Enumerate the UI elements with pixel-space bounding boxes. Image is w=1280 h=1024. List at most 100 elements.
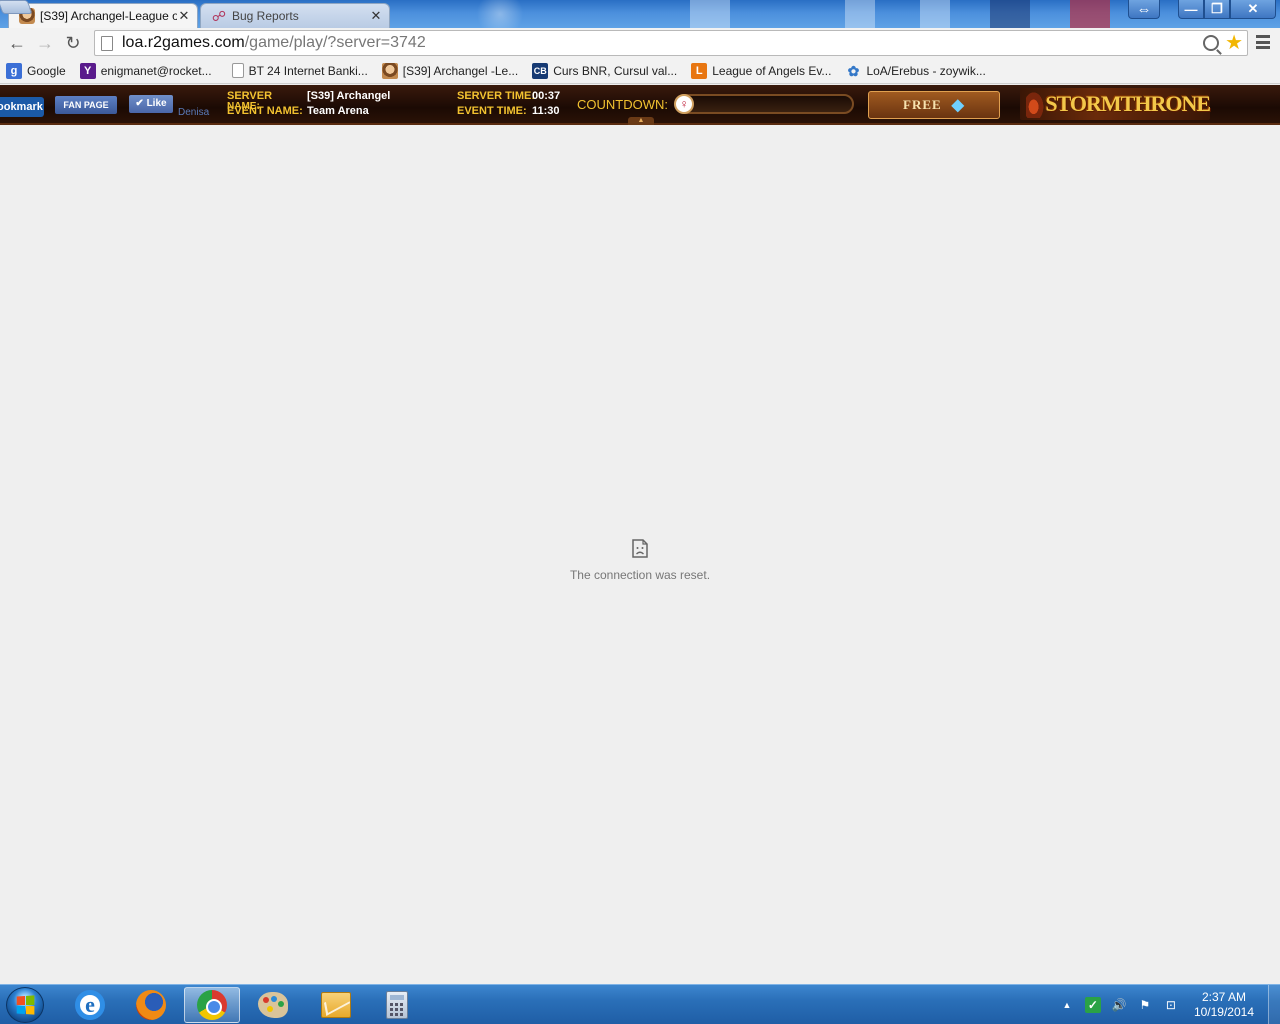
paint-icon: [258, 992, 288, 1018]
desktop-glass-reflection: [470, 0, 530, 28]
resize-icon[interactable]: ⇔: [1128, 0, 1160, 19]
action-center-flag-icon[interactable]: ⚑: [1137, 997, 1153, 1013]
bookmark-label: BT 24 Internet Banki...: [248, 63, 368, 78]
free-label: FREE: [903, 97, 942, 112]
facebook-like-button[interactable]: ✔ Like: [129, 95, 173, 113]
bookmark-site-button[interactable]: ookmark: [0, 97, 44, 117]
erebus-icon: ✿: [847, 62, 860, 79]
tab-bug-reports[interactable]: ☍ Bug Reports ✕: [200, 3, 390, 28]
event-name-label: EVENT NAME:: [227, 105, 303, 117]
firefox-icon: [136, 990, 166, 1020]
bookmark-label: League of Angels Ev...: [712, 63, 832, 78]
page-content: The connection was reset.: [0, 127, 1280, 984]
back-button[interactable]: ←: [3, 30, 31, 56]
bookmark-star-icon[interactable]: ★: [1225, 33, 1243, 53]
maximize-button[interactable]: ❐: [1204, 0, 1230, 19]
back-arrow-icon: ←: [8, 32, 26, 53]
windows-taskbar: e ▲ ✓ 🔊 ⚑ ⊡ 2:37 AM 10/19/2014: [0, 984, 1280, 1024]
desktop-glass-reflection: [1070, 0, 1110, 28]
tab-archangel[interactable]: [S39] Archangel-League o ✕: [8, 3, 198, 28]
page-icon: [231, 63, 244, 78]
loa-icon: L: [691, 62, 708, 79]
chrome-menu-icon[interactable]: [1256, 35, 1270, 49]
collapse-banner-button[interactable]: ▲: [628, 117, 654, 125]
taskbar-calculator[interactable]: [369, 987, 425, 1023]
url-host: loa.r2games.com: [122, 34, 245, 51]
countdown-progress-bar: [676, 94, 854, 114]
forward-arrow-icon: →: [36, 32, 54, 53]
taskbar-firefox[interactable]: [123, 987, 179, 1023]
system-tray: ▲ ✓ 🔊 ⚑ ⊡ 2:37 AM 10/19/2014: [1054, 985, 1280, 1024]
cb-icon: CB: [532, 62, 549, 79]
show-hidden-icons-icon[interactable]: ▲: [1059, 997, 1075, 1013]
bookmark-label: enigmanet@rocket...: [100, 63, 212, 78]
reload-button[interactable]: ↻: [59, 30, 87, 56]
security-check-icon[interactable]: ✓: [1084, 997, 1101, 1013]
minimize-button[interactable]: —: [1178, 0, 1204, 19]
taskbar-paint[interactable]: [245, 987, 301, 1023]
error-message: The connection was reset.: [569, 568, 711, 582]
url-path: /game/play/?server=3742: [244, 34, 426, 51]
bug-favicon-icon: ☍: [211, 8, 227, 24]
yahoo-icon: Y: [79, 62, 96, 79]
bookmark-label: Curs BNR, Cursul val...: [553, 63, 678, 78]
angel-favicon-icon: [381, 62, 398, 79]
taskbar-chrome[interactable]: [184, 987, 240, 1023]
desktop-glass-reflection: [920, 0, 950, 28]
chrome-icon: [197, 990, 227, 1020]
close-window-button[interactable]: ✕: [1230, 0, 1276, 19]
page-icon: [101, 35, 113, 51]
bookmark-yahoo-mail[interactable]: Yenigmanet@rocket...: [79, 62, 212, 79]
show-desktop-button[interactable]: [1268, 985, 1280, 1024]
browser-titlebar: [S39] Archangel-League o ✕ ☍ Bug Reports…: [0, 0, 1280, 28]
start-button[interactable]: [6, 987, 44, 1023]
event-name-value: Team Arena: [307, 105, 369, 117]
bookmark-label: LoA/Erebus - zoywik...: [866, 63, 986, 78]
bookmark-label: Google: [27, 63, 66, 78]
forward-button[interactable]: →: [31, 30, 59, 56]
bookmark-label: [S39] Archangel -Le...: [402, 63, 519, 78]
new-tab-button[interactable]: [0, 0, 33, 14]
bookmark-loa-erebus[interactable]: ✿ LoA/Erebus - zoywik...: [845, 62, 986, 79]
bookmarks-bar: g Google Yenigmanet@rocket... BT 24 Inter…: [0, 58, 1280, 84]
clock-time: 2:37 AM: [1201, 990, 1246, 1004]
volume-icon[interactable]: 🔊: [1111, 997, 1127, 1013]
tab-title: Bug Reports: [232, 9, 299, 23]
diamond-icon: ◆: [951, 97, 965, 114]
address-bar[interactable]: loa.r2games.com/game/play/?server=3742 ★: [94, 30, 1248, 56]
calculator-icon: [386, 991, 408, 1019]
bookmark-league-of-angels[interactable]: L League of Angels Ev...: [691, 62, 832, 79]
desktop-glass-reflection: [845, 0, 875, 28]
angel-badge-icon: ♀: [674, 94, 694, 114]
server-name-value: [S39] Archangel: [307, 90, 391, 102]
server-time-value: 00:37: [532, 90, 561, 102]
browser-toolbar: ← → ↻ loa.r2games.com/game/play/?server=…: [0, 28, 1280, 58]
dragon-icon: [1026, 90, 1046, 118]
close-tab-icon[interactable]: ✕: [369, 8, 383, 24]
tab-title: [S39] Archangel-League o: [40, 9, 177, 23]
close-tab-icon[interactable]: ✕: [177, 8, 191, 24]
taskbar-internet-explorer[interactable]: e: [62, 987, 118, 1023]
bookmark-bt24[interactable]: BT 24 Internet Banki...: [231, 63, 368, 78]
event-time-value: 11:30: [532, 105, 560, 117]
google-icon: g: [6, 62, 22, 79]
windows-logo-icon: [16, 995, 35, 1015]
like-user-name: Denisa: [178, 107, 210, 118]
bookmark-archangel[interactable]: [S39] Archangel -Le...: [381, 62, 519, 79]
bookmark-curs-bnr[interactable]: CB Curs BNR, Cursul val...: [532, 62, 678, 79]
zoom-icon[interactable]: [1203, 35, 1220, 51]
stormthrone-ad-banner[interactable]: STORMTHRONE: [1020, 88, 1211, 120]
reload-icon: ↻: [65, 32, 81, 53]
sad-page-icon: [632, 539, 648, 558]
omnibox-actions: ★: [1203, 33, 1243, 53]
internet-explorer-icon: e: [75, 990, 105, 1020]
server-time-label: SERVER TIME:: [457, 90, 536, 102]
network-icon[interactable]: ⊡: [1163, 997, 1179, 1013]
system-clock[interactable]: 2:37 AM 10/19/2014: [1194, 990, 1254, 1020]
fan-page-button[interactable]: FAN PAGE: [55, 96, 117, 114]
bookmark-google[interactable]: g Google: [6, 62, 66, 79]
taskbar-outlook[interactable]: [308, 987, 364, 1023]
desktop-glass-reflection: [990, 0, 1030, 28]
window-controls: — ❐ ✕: [1178, 0, 1276, 20]
free-gems-button[interactable]: FREE ◆: [868, 91, 1000, 119]
